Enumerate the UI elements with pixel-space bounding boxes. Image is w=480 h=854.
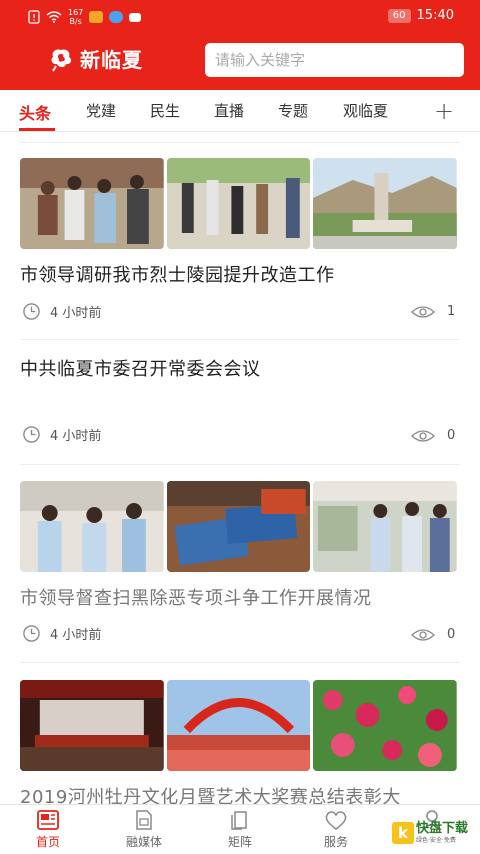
article-image[interactable]: [20, 158, 164, 249]
article-time: 4 小时前: [22, 624, 101, 643]
clock-icon: [23, 426, 40, 443]
browser-app-icon: [109, 11, 124, 23]
article-image[interactable]: [20, 481, 164, 572]
article-image-row: [20, 158, 458, 249]
article-image[interactable]: [166, 481, 311, 572]
clock-icon: [23, 303, 40, 320]
clock-icon: [23, 625, 40, 642]
divider: [20, 339, 460, 340]
media-document-icon: [136, 810, 152, 830]
article-image[interactable]: [20, 680, 164, 771]
app-name: 新临夏: [80, 48, 143, 72]
battery-indicator: 60: [387, 8, 411, 23]
article-image-row: [20, 481, 458, 572]
weibo-app-icon: [89, 11, 104, 23]
watermark-title: 快盘下载: [416, 820, 469, 836]
nav-media[interactable]: 融媒体: [114, 809, 174, 850]
article-image-row: [20, 680, 458, 771]
app-logo[interactable]: 新临夏: [48, 44, 143, 73]
article-card[interactable]: 2019河州牡丹文化月暨艺术大奖赛总结表彰大: [0, 680, 480, 804]
article-title[interactable]: 中共临夏市委召开常委会会议: [20, 355, 261, 381]
tab-headlines[interactable]: 头条: [19, 100, 51, 124]
status-time: 15:40: [416, 8, 454, 23]
article-card[interactable]: 市领导调研我市烈士陵园提升改造工作 4 小时前 1: [0, 158, 480, 338]
article-views: 0: [411, 627, 455, 642]
article-image[interactable]: [166, 680, 311, 771]
watermark-subtitle: 绿色·安全·免费: [416, 836, 456, 844]
home-news-icon: [37, 810, 59, 830]
article-time: 4 小时前: [22, 302, 101, 321]
message-app-icon: [129, 12, 142, 22]
tab-party[interactable]: 党建: [86, 100, 116, 121]
article-image[interactable]: [313, 481, 458, 572]
no-sim-icon: [28, 10, 40, 24]
network-speed: 167 B/s: [68, 8, 84, 26]
article-title[interactable]: 市领导调研我市烈士陵园提升改造工作: [20, 261, 335, 287]
divider: [20, 662, 460, 663]
divider: [20, 464, 460, 465]
eye-icon: [411, 429, 435, 442]
eye-icon: [411, 628, 435, 641]
heart-icon: [325, 811, 347, 830]
article-views: 0: [411, 428, 455, 443]
article-views: 1: [411, 304, 455, 319]
peony-logo-icon: [51, 48, 72, 72]
nav-home[interactable]: 首页: [18, 809, 78, 850]
app-header: 167 B/s 60 15:40 新临夏 请输入关键字: [0, 0, 480, 90]
download-site-watermark: k 快盘下载 绿色·安全·免费: [392, 822, 468, 844]
watermark-logo-icon: k: [392, 822, 414, 844]
article-card[interactable]: 市领导督查扫黑除恶专项斗争工作开展情况 4 小时前 0: [0, 481, 480, 661]
add-channel-icon[interactable]: +: [434, 97, 454, 125]
article-image[interactable]: [313, 680, 458, 771]
tab-topics[interactable]: 专题: [278, 100, 308, 121]
eye-icon: [411, 305, 435, 318]
search-input[interactable]: 请输入关键字: [205, 43, 464, 77]
tab-livelihood[interactable]: 民生: [150, 100, 180, 121]
article-image[interactable]: [166, 158, 311, 249]
active-tab-indicator: [19, 128, 55, 131]
matrix-pages-icon: [231, 811, 247, 830]
tab-live[interactable]: 直播: [214, 100, 244, 121]
article-title[interactable]: 市领导督查扫黑除恶专项斗争工作开展情况: [20, 584, 372, 610]
wifi-icon: [46, 11, 62, 23]
article-image[interactable]: [313, 158, 458, 249]
channel-tabs: 头条 党建 民生 直播 专题 观临夏 +: [0, 90, 480, 132]
nav-matrix[interactable]: 矩阵: [210, 809, 270, 850]
nav-services[interactable]: 服务: [306, 809, 366, 850]
article-time: 4 小时前: [22, 425, 101, 444]
article-card[interactable]: 中共临夏市委召开常委会会议 4 小时前 0: [0, 355, 480, 455]
status-bar: 167 B/s 60 15:40: [0, 0, 480, 32]
divider: [20, 142, 460, 143]
article-title[interactable]: 2019河州牡丹文化月暨艺术大奖赛总结表彰大: [20, 783, 401, 804]
tab-linxia-view[interactable]: 观临夏: [343, 100, 388, 121]
